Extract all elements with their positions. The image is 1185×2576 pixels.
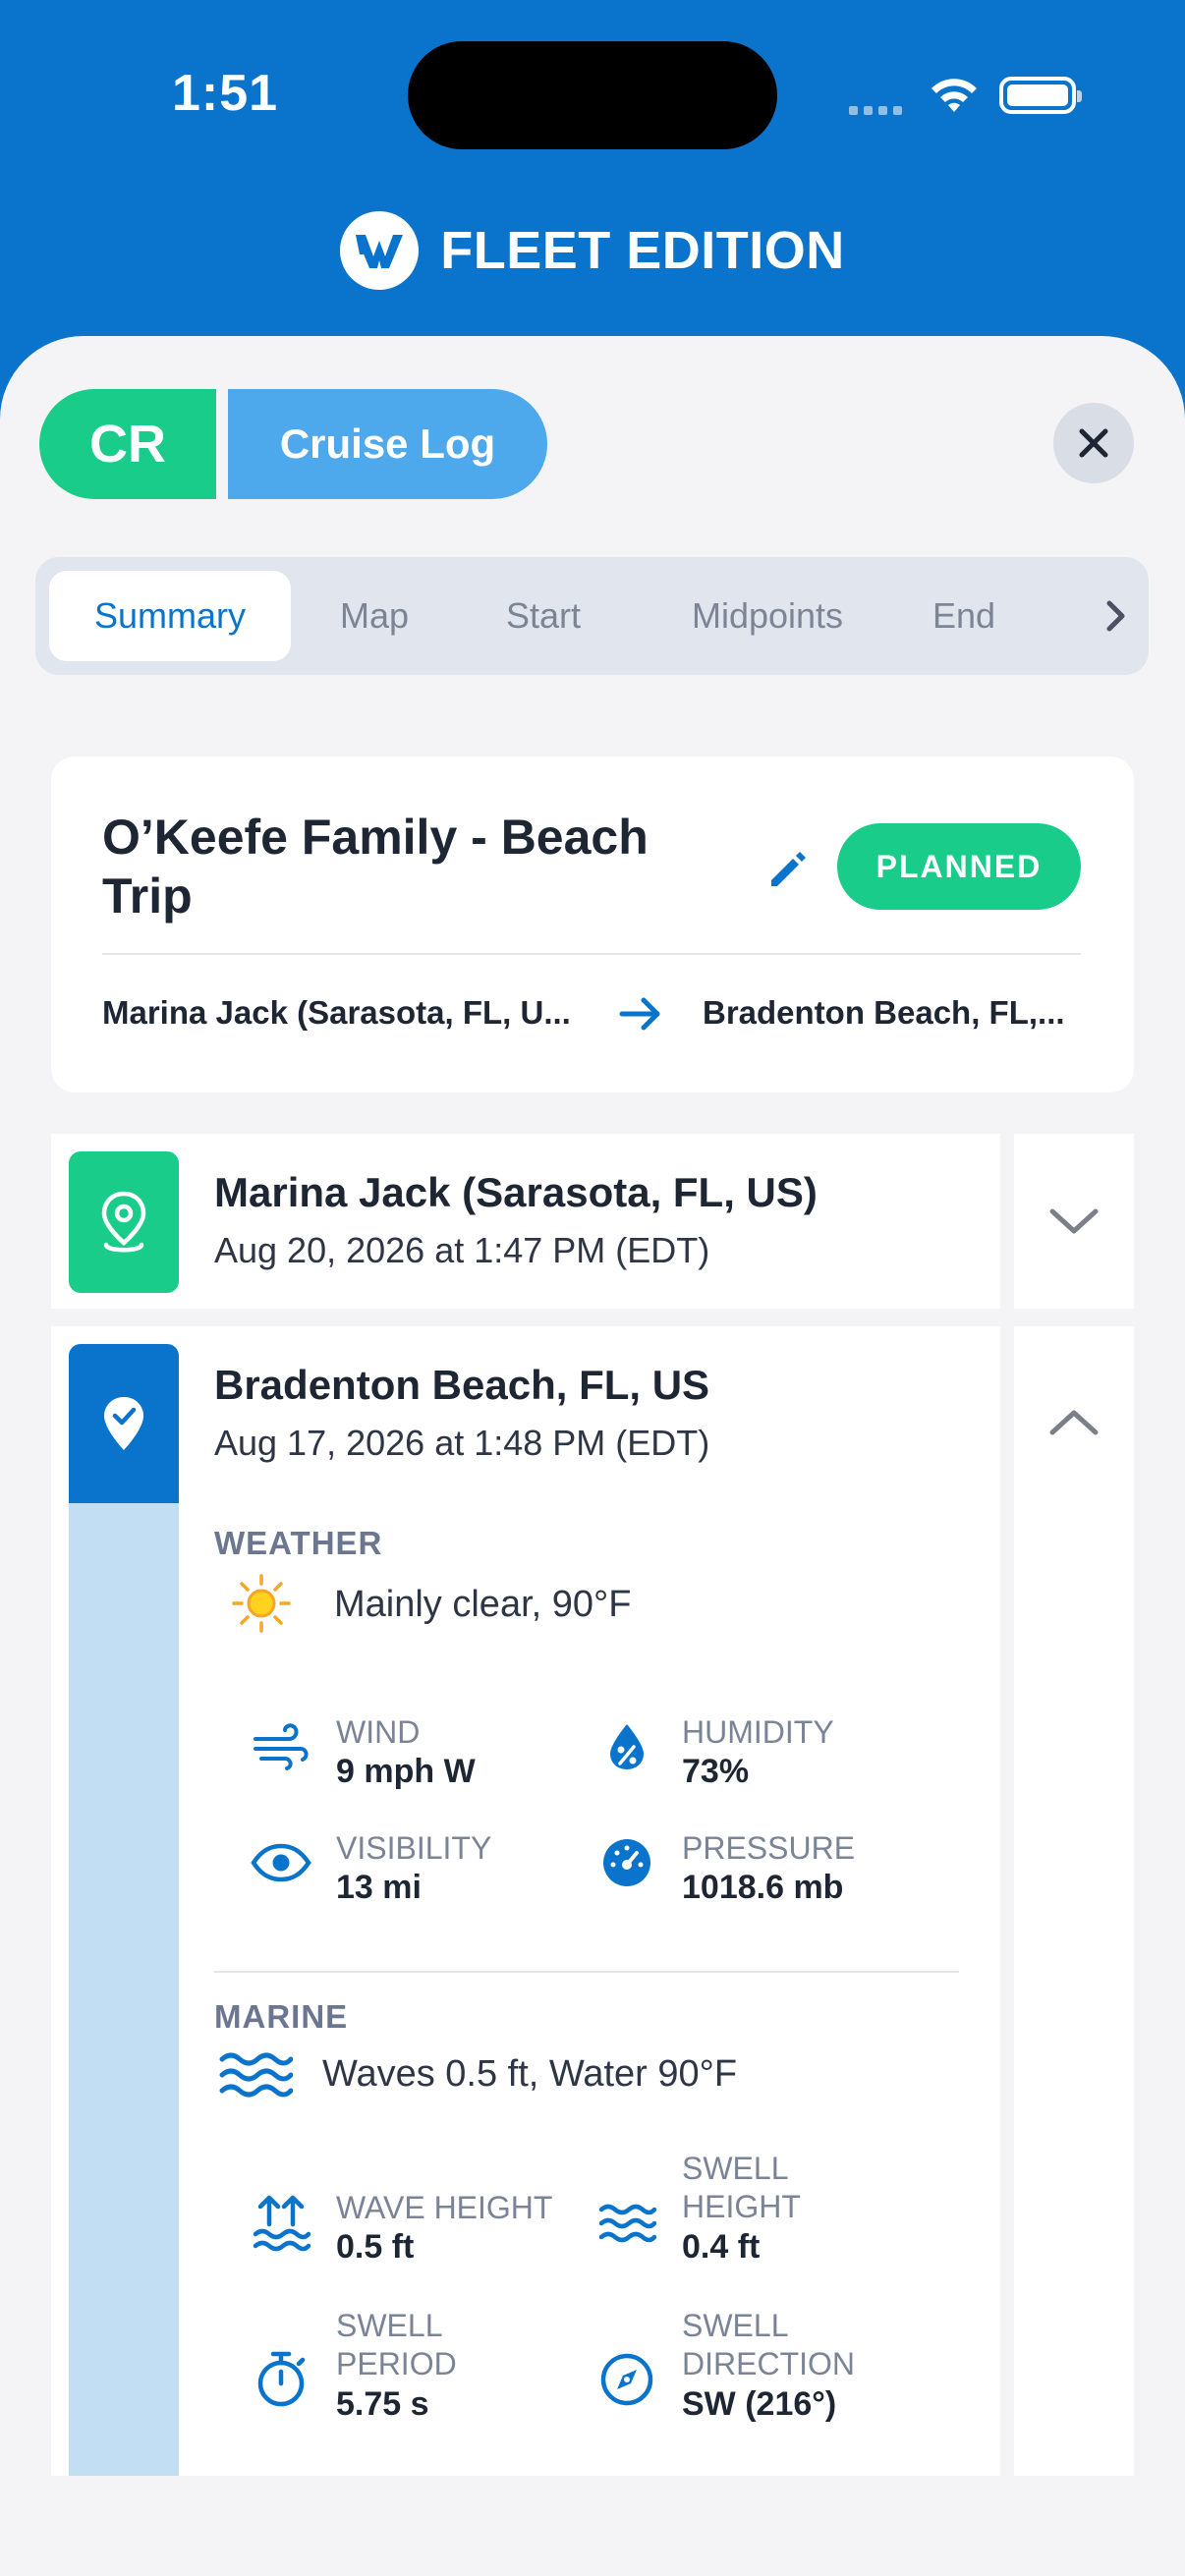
trip-status-badge: PLANNED [837,823,1081,910]
swell-height-value: 0.4 ft [682,2228,761,2266]
route-origin: Marina Jack (Sarasota, FL, U... [102,994,571,1031]
expand-stop-button[interactable] [1014,1134,1134,1309]
chevron-right-icon [1106,600,1125,632]
collapse-stop-button[interactable] [1014,1326,1134,2576]
swell-direction-value: SW (216°) [682,2385,837,2423]
weather-heading: WEATHER [214,1525,383,1561]
log-type-badge: CR [39,389,216,499]
pressure-value: 1018.6 mb [682,1869,844,1906]
battery-icon [999,77,1082,114]
sun-icon [230,1572,293,1635]
swell-period-label: SWELL PERIOD [336,2308,457,2381]
humidity-drop-icon [595,1715,658,1778]
stopwatch-icon [250,2348,312,2411]
visibility-label: VISIBILITY [336,1830,492,1866]
wave-height-value: 0.5 ft [336,2228,415,2266]
pressure-label: PRESSURE [682,1830,856,1866]
w-logo-icon [340,211,420,290]
stop-name: Bradenton Beach, FL, US [214,1362,710,1408]
wifi-icon [927,73,982,121]
compass-icon [595,2348,658,2411]
chevron-down-icon [1049,1208,1099,1234]
visibility-value: 13 mi [336,1869,422,1906]
swell-icon [595,2191,658,2254]
humidity-value: 73% [682,1753,750,1790]
wind-value: 9 mph W [336,1753,476,1790]
eye-icon [250,1831,312,1894]
brand-name: FLEET EDITION [440,221,845,280]
close-button[interactable] [1053,403,1134,483]
wind-label: WIND [336,1714,421,1750]
route-destination: Bradenton Beach, FL,... [703,994,1065,1031]
edit-trip-button[interactable] [759,840,818,899]
tab-start[interactable]: Start [480,571,607,661]
stop-card-end: Bradenton Beach, FL, US Aug 17, 2026 at … [51,1326,1000,2576]
tab-map[interactable]: Map [320,571,428,661]
bottom-safe-area [0,2476,1185,2576]
tabs-scroll-right-button[interactable] [1092,587,1141,645]
divider [102,953,1081,955]
wind-icon [250,1715,312,1778]
trip-title: O’Keefe Family - Beach Trip [102,810,649,924]
marine-heading: MARINE [214,1998,349,2035]
marine-summary: Waves 0.5 ft, Water 90°F [322,2053,738,2095]
section-tabs: Summary Map Start Midpoints End [35,557,1149,675]
stop-time: Aug 17, 2026 at 1:48 PM (EDT) [214,1423,710,1463]
pencil-icon [771,852,806,886]
swell-height-label: SWELL HEIGHT [682,2151,801,2224]
cruise-log-sheet: CR Cruise Log Summary Map Start Midpoint… [0,336,1185,2576]
log-type-label: Cruise Log [228,389,547,499]
divider [214,1971,959,1973]
waves-icon [218,2044,294,2106]
weather-summary: Mainly clear, 90°F [334,1584,632,1625]
gauge-icon [595,1831,658,1894]
stop-rail [69,1344,179,2576]
tab-midpoints[interactable]: Midpoints [664,571,871,661]
tab-summary[interactable]: Summary [49,571,291,661]
status-bar: 1:51 [0,0,1185,187]
chevron-up-icon [1049,1410,1099,1435]
arrow-right-icon [611,984,670,1043]
wave-height-icon [250,2191,312,2254]
humidity-label: HUMIDITY [682,1714,834,1750]
brand-header: FLEET EDITION [0,211,1185,290]
trip-summary-card: O’Keefe Family - Beach Trip PLANNED Mari… [51,756,1134,1092]
stop-card-start[interactable]: Marina Jack (Sarasota, FL, US) Aug 20, 2… [51,1134,1000,1309]
dynamic-island [408,41,777,149]
stop-time: Aug 20, 2026 at 1:47 PM (EDT) [214,1230,710,1270]
swell-direction-label: SWELL DIRECTION [682,2308,855,2381]
tab-end[interactable]: End [910,571,1018,661]
stop-name: Marina Jack (Sarasota, FL, US) [214,1169,818,1215]
check-pin-icon [69,1344,179,1503]
swell-period-value: 5.75 s [336,2385,429,2423]
map-pin-icon [69,1151,179,1293]
cellular-signal-icon [849,102,908,120]
status-time: 1:51 [172,65,279,122]
close-icon [1079,428,1108,458]
wave-height-label: WAVE HEIGHT [336,2190,553,2225]
